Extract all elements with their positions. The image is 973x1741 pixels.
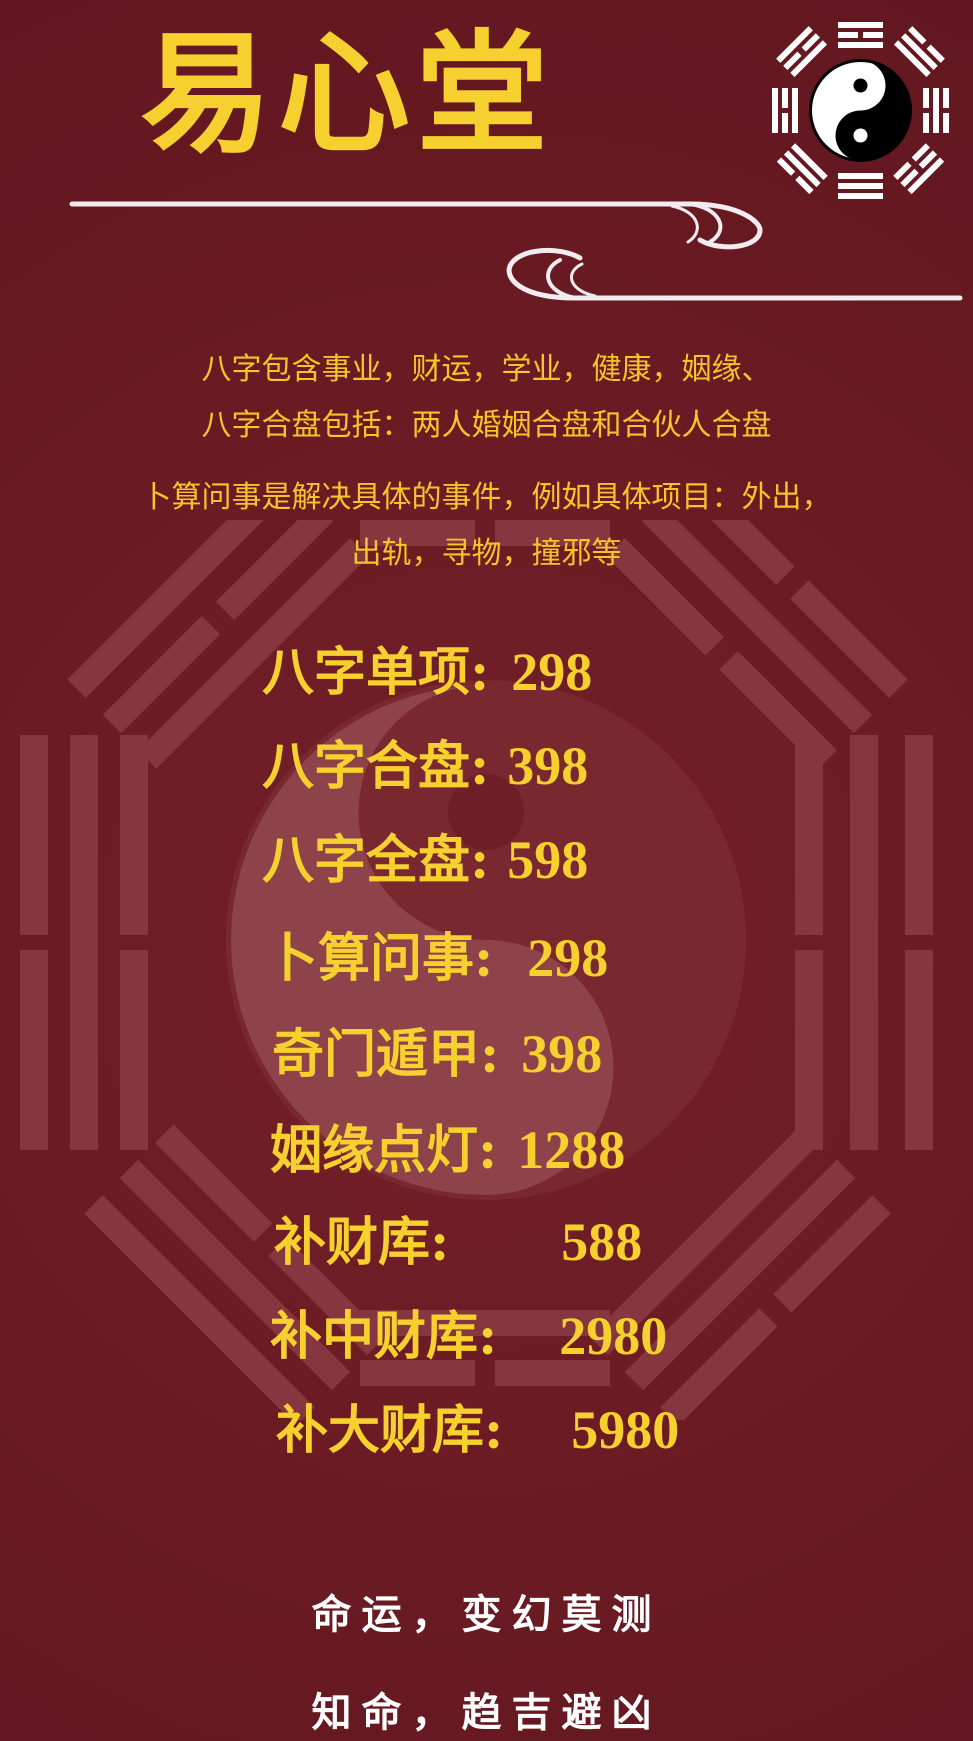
price-label: 八字全盘: (262, 830, 490, 891)
price-row: 八字合盘: 398 (262, 722, 588, 810)
price-value: 298 (527, 928, 609, 988)
poster: 易心堂 八字包含事业，财运，学业，健康，姻缘、 八字合盘包括：两人婚姻合盘和合伙… (0, 0, 973, 1741)
price-row: 卜算问事: 298 (266, 914, 608, 1002)
price-label: 补中财库: (270, 1306, 498, 1367)
price-row: 八字全盘: 598 (262, 816, 588, 904)
bagua-yinyang-icon (772, 22, 949, 199)
price-value: 398 (521, 1024, 603, 1084)
intro-line: 卜算问事是解决具体的事件，例如具体项目：外出， (141, 480, 832, 515)
price-label: 补财库: (274, 1212, 450, 1273)
intro-block-1: 八字包含事业，财运，学业，健康，姻缘、 八字合盘包括：两人婚姻合盘和合伙人合盘 (0, 342, 973, 454)
cloud-scroll-line (69, 201, 963, 301)
price-label: 八字单项: (262, 642, 490, 703)
price-row: 奇门遁甲: 398 (272, 1010, 602, 1098)
price-label: 补大财库: (276, 1400, 504, 1461)
footer-line-1: 命运，变幻莫测 (311, 1591, 662, 1638)
price-label: 姻缘点灯: (270, 1120, 498, 1181)
price-label: 奇门遁甲: (272, 1024, 500, 1085)
price-value: 5980 (571, 1400, 680, 1460)
intro-line: 八字包含事业，财运，学业，健康，姻缘、 (201, 352, 772, 387)
price-value: 398 (507, 736, 589, 796)
price-value: 598 (507, 830, 589, 890)
price-value: 588 (561, 1212, 643, 1272)
price-row: 姻缘点灯: 1288 (270, 1106, 625, 1194)
price-row: 八字单项: 298 (262, 628, 592, 716)
intro-line: 出轨，寻物，撞邪等 (351, 536, 622, 571)
intro-block-2: 卜算问事是解决具体的事件，例如具体项目：外出， 出轨，寻物，撞邪等 (0, 470, 973, 582)
page-title: 易心堂 (140, 17, 554, 172)
price-row: 补大财库: 5980 (276, 1386, 679, 1474)
price-value: 2980 (559, 1306, 668, 1366)
price-label: 卜算问事: (266, 928, 494, 989)
price-label: 八字合盘: (262, 736, 490, 797)
price-value: 298 (511, 642, 593, 702)
intro-line: 八字合盘包括：两人婚姻合盘和合伙人合盘 (201, 408, 772, 443)
price-row: 补财库: 588 (274, 1198, 642, 1286)
footer-line-2: 知命，趋吉避凶 (311, 1689, 662, 1736)
price-value: 1288 (517, 1120, 626, 1180)
price-row: 补中财库: 2980 (270, 1292, 667, 1380)
